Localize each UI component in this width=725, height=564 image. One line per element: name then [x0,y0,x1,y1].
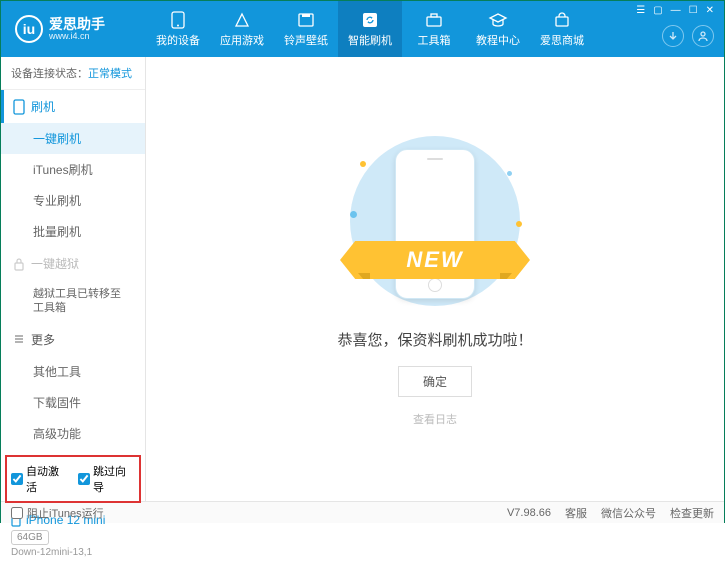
list-icon [13,333,25,345]
connection-status: 设备连接状态：正常模式 [1,57,145,90]
phone-icon [168,11,188,29]
menu-icon[interactable]: ☰ [636,5,645,16]
toolbox-icon [424,11,444,29]
graduation-icon [488,11,508,29]
nav-tutorials[interactable]: 教程中心 [466,1,530,57]
download-button[interactable] [662,25,684,47]
sidebar-item-other[interactable]: 其他工具 [1,356,145,387]
storage-badge: 64GB [11,530,49,545]
sidebar-item-pro[interactable]: 专业刷机 [1,185,145,216]
success-illustration: NEW [330,131,540,311]
sidebar-item-oneclick[interactable]: 一键刷机 [1,123,145,154]
wechat-link[interactable]: 微信公众号 [601,505,656,521]
phone-icon [13,99,25,115]
nav-store[interactable]: 爱思商城 [530,1,594,57]
success-message: 恭喜您，保资料刷机成功啦！ [337,329,532,350]
firmware-label: Down-12mini-13,1 [11,547,135,558]
nav-apps[interactable]: 应用游戏 [210,1,274,57]
app-header: iu 爱思助手 www.i4.cn 我的设备 应用游戏 铃声壁纸 智能刷机 工具… [1,1,724,57]
skin-icon[interactable]: ▢ [653,5,662,16]
wallpaper-icon [296,11,316,29]
sidebar-cat-jailbreak[interactable]: 一键越狱 [1,247,145,280]
close-icon[interactable]: ✕ [706,5,714,16]
sidebar-item-download-fw[interactable]: 下载固件 [1,387,145,418]
skip-guide-checkbox[interactable]: 跳过向导 [78,463,135,495]
sidebar-cat-more[interactable]: 更多 [1,323,145,356]
nav-ringtones[interactable]: 铃声壁纸 [274,1,338,57]
sidebar: 设备连接状态：正常模式 刷机 一键刷机 iTunes刷机 专业刷机 批量刷机 一… [1,57,146,501]
minimize-icon[interactable]: — [671,5,681,16]
sidebar-item-advanced[interactable]: 高级功能 [1,418,145,449]
nav-flash[interactable]: 智能刷机 [338,1,402,57]
customer-service-link[interactable]: 客服 [565,505,587,521]
logo-icon: iu [15,15,43,43]
nav-toolbox[interactable]: 工具箱 [402,1,466,57]
maximize-icon[interactable]: ☐ [689,5,698,16]
nav-my-device[interactable]: 我的设备 [146,1,210,57]
lock-icon [13,257,25,271]
store-icon [552,11,572,29]
view-log-link[interactable]: 查看日志 [413,411,457,427]
refresh-icon [360,11,380,29]
block-itunes-checkbox[interactable]: 阻止iTunes运行 [11,505,104,521]
app-url: www.i4.cn [49,31,105,41]
new-ribbon: NEW [340,241,530,279]
top-nav: 我的设备 应用游戏 铃声壁纸 智能刷机 工具箱 教程中心 爱思商城 [146,1,594,57]
logo-area: iu 爱思助手 www.i4.cn [1,15,146,43]
main-content: NEW 恭喜您，保资料刷机成功啦！ 确定 查看日志 [146,57,724,501]
sidebar-cat-flash[interactable]: 刷机 [1,90,145,123]
version-label: V7.98.66 [507,507,551,519]
apps-icon [232,11,252,29]
options-box: 自动激活 跳过向导 [5,455,141,503]
ok-button[interactable]: 确定 [398,366,472,397]
sidebar-jailbreak-note: 越狱工具已转移至 工具箱 [1,280,145,323]
auto-activate-checkbox[interactable]: 自动激活 [11,463,68,495]
user-button[interactable] [692,25,714,47]
app-title: 爱思助手 [49,17,105,31]
window-controls: ☰ ▢ — ☐ ✕ [636,5,714,16]
check-update-link[interactable]: 检查更新 [670,505,714,521]
sidebar-item-batch[interactable]: 批量刷机 [1,216,145,247]
sidebar-item-itunes[interactable]: iTunes刷机 [1,154,145,185]
